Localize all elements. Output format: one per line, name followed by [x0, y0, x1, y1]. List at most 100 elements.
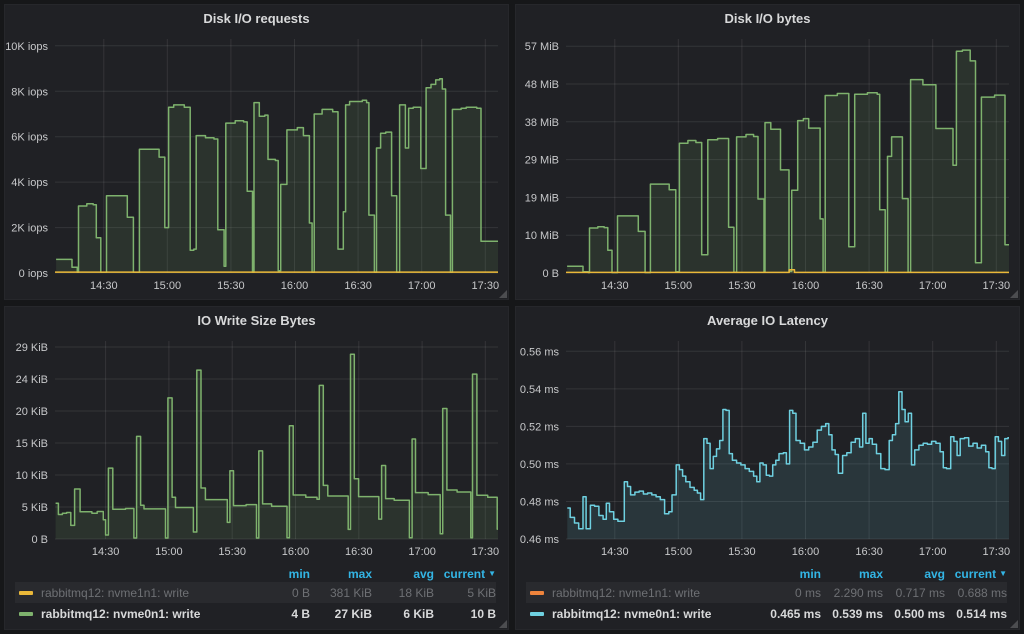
panel-title-disk-io-requests[interactable]: Disk I/O requests	[5, 5, 508, 31]
y-axis-label: 0 iops	[19, 268, 49, 280]
legend-value-max: 0.539 ms	[821, 607, 883, 621]
y-axis-label: 10K iops	[5, 41, 48, 53]
x-axis-label: 17:30	[983, 546, 1011, 558]
legend-sort-min[interactable]: min	[248, 567, 310, 581]
legend-header-label: max	[348, 567, 372, 581]
legend-sort-min[interactable]: min	[759, 567, 821, 581]
y-axis-label: 0 B	[542, 268, 559, 280]
legend-header-label: min	[289, 567, 310, 581]
legend-header-label: min	[800, 567, 821, 581]
y-axis-label: 38 MiB	[525, 117, 559, 129]
x-axis-label: 16:00	[282, 546, 310, 558]
legend-header-label: max	[859, 567, 883, 581]
sort-desc-caret-icon: ▼	[488, 569, 496, 578]
series-label[interactable]: rabbitmq12: nvme1n1: write	[552, 586, 759, 600]
x-axis-label: 14:30	[601, 280, 629, 292]
x-axis-label: 14:30	[92, 546, 120, 558]
legend-sort-max[interactable]: max	[310, 567, 372, 581]
y-axis-label: 0.46 ms	[520, 534, 560, 546]
panel-title-disk-io-bytes[interactable]: Disk I/O bytes	[516, 5, 1019, 31]
x-axis-label: 16:00	[792, 546, 820, 558]
chart-canvas-average-io-latency[interactable]: 14:3015:0015:3016:0016:3017:0017:300.46 …	[516, 333, 1019, 563]
legend-header: minmaxavgcurrent▼	[15, 565, 496, 582]
x-axis-label: 16:30	[855, 546, 883, 558]
x-axis-label: 15:00	[155, 546, 183, 558]
legend-header-label: avg	[413, 567, 434, 581]
x-axis-label: 16:30	[344, 280, 372, 292]
x-axis-label: 16:30	[855, 280, 883, 292]
panel-resize-handle[interactable]	[499, 290, 507, 298]
legend-table: minmaxavgcurrent▼rabbitmq12: nvme1n1: wr…	[516, 563, 1019, 627]
series-label[interactable]: rabbitmq12: nvme1n1: write	[41, 586, 248, 600]
legend-sort-current[interactable]: current▼	[945, 567, 1007, 581]
y-axis-label: 29 KiB	[16, 342, 48, 354]
x-axis-label: 16:00	[281, 280, 309, 292]
legend-value-current: 0.514 ms	[945, 607, 1007, 621]
series-color-swatch[interactable]	[19, 612, 33, 616]
legend-sort-avg[interactable]: avg	[883, 567, 945, 581]
legend-value-max: 381 KiB	[310, 586, 372, 600]
y-axis-label: 15 KiB	[16, 438, 48, 450]
y-axis-label: 29 MiB	[525, 155, 559, 167]
legend-sort-max[interactable]: max	[821, 567, 883, 581]
legend-value-min: 0 ms	[759, 586, 821, 600]
panel-disk-io-requests: Disk I/O requests 14:3015:0015:3016:0016…	[4, 4, 509, 300]
series-area-rabbitmq12-nvme0n1-write	[56, 354, 498, 539]
panel-io-write-size-bytes: IO Write Size Bytes 14:30 15:00 15:30 16:00…	[4, 306, 509, 630]
panel-disk-io-bytes: Disk I/O bytes 14:30 15:00 15:30 16:00 16:30…	[515, 4, 1020, 300]
legend-value-max: 27 KiB	[310, 607, 372, 621]
chart-canvas-disk-io-requests[interactable]: 14:3015:0015:3016:0016:3017:0017:300 iop…	[5, 31, 508, 299]
panel-title-io-write-size-bytes[interactable]: IO Write Size Bytes	[5, 307, 508, 333]
chart-canvas-disk-io-bytes[interactable]: 14:3015:0015:3016:0016:3017:0017:300 B10…	[516, 31, 1019, 299]
series-label[interactable]: rabbitmq12: nvme0n1: write	[552, 607, 759, 621]
x-axis-label: 15:00	[665, 280, 693, 292]
panel-average-io-latency: Average IO Latency 14:3015:0015:3016:001…	[515, 306, 1020, 630]
legend-table: minmaxavgcurrent▼rabbitmq12: nvme1n1: wr…	[5, 563, 508, 627]
y-axis-label: 2K iops	[11, 223, 48, 235]
legend-row-rabbitmq12-nvme1n1-write[interactable]: rabbitmq12: nvme1n1: write0 ms2.290 ms0.…	[526, 582, 1007, 603]
x-axis-label: 17:00	[919, 546, 947, 558]
series-color-swatch[interactable]	[530, 612, 544, 616]
panel-resize-handle[interactable]	[1010, 620, 1018, 628]
y-axis-label: 10 MiB	[525, 230, 559, 242]
legend-value-avg: 0.500 ms	[883, 607, 945, 621]
y-axis-label: 10 KiB	[16, 470, 48, 482]
y-axis-label: 0 B	[31, 534, 48, 546]
legend-value-avg: 18 KiB	[372, 586, 434, 600]
y-axis-label: 6K iops	[11, 132, 48, 144]
series-label[interactable]: rabbitmq12: nvme0n1: write	[41, 607, 248, 621]
series-color-swatch[interactable]	[530, 591, 544, 595]
legend-value-avg: 0.717 ms	[883, 586, 945, 600]
legend-value-max: 2.290 ms	[821, 586, 883, 600]
legend-header-label: current	[444, 567, 485, 581]
x-axis-label: 14:30	[601, 546, 629, 558]
y-axis-label: 20 KiB	[16, 406, 48, 418]
legend-row-rabbitmq12-nvme0n1-write[interactable]: rabbitmq12: nvme0n1: write0.465 ms0.539 …	[526, 603, 1007, 624]
x-axis-label: 17:00	[408, 280, 436, 292]
y-axis-label: 0.50 ms	[520, 459, 560, 471]
y-axis-label: 48 MiB	[525, 79, 559, 91]
y-axis-label: 5 KiB	[22, 502, 48, 514]
legend-row-rabbitmq12-nvme1n1-write[interactable]: rabbitmq12: nvme1n1: write0 B381 KiB18 K…	[15, 582, 496, 603]
x-axis-label: 15:30	[218, 546, 246, 558]
y-axis-label: 0.48 ms	[520, 497, 560, 509]
legend-value-min: 0 B	[248, 586, 310, 600]
legend-sort-avg[interactable]: avg	[372, 567, 434, 581]
panel-title-average-io-latency[interactable]: Average IO Latency	[516, 307, 1019, 333]
legend-row-rabbitmq12-nvme0n1-write[interactable]: rabbitmq12: nvme0n1: write4 B27 KiB6 KiB…	[15, 603, 496, 624]
legend-value-current: 0.688 ms	[945, 586, 1007, 600]
x-axis-label: 15:30	[728, 280, 756, 292]
legend-value-min: 4 B	[248, 607, 310, 621]
sort-desc-caret-icon: ▼	[999, 569, 1007, 578]
x-axis-label: 15:00	[665, 546, 693, 558]
x-axis-label: 16:00	[792, 280, 820, 292]
series-color-swatch[interactable]	[19, 591, 33, 595]
y-axis-label: 19 MiB	[525, 192, 559, 204]
x-axis-label: 17:30	[983, 280, 1011, 292]
legend-value-current: 5 KiB	[434, 586, 496, 600]
panel-resize-handle[interactable]	[499, 620, 507, 628]
chart-canvas-io-write-size-bytes[interactable]: 14:3015:0015:3016:0016:3017:0017:300 B5 …	[5, 333, 508, 563]
legend-sort-current[interactable]: current▼	[434, 567, 496, 581]
panel-resize-handle[interactable]	[1010, 290, 1018, 298]
dashboard-grid: Disk I/O requests 14:30 15:00 15:30 16:00 16…	[0, 0, 1024, 634]
